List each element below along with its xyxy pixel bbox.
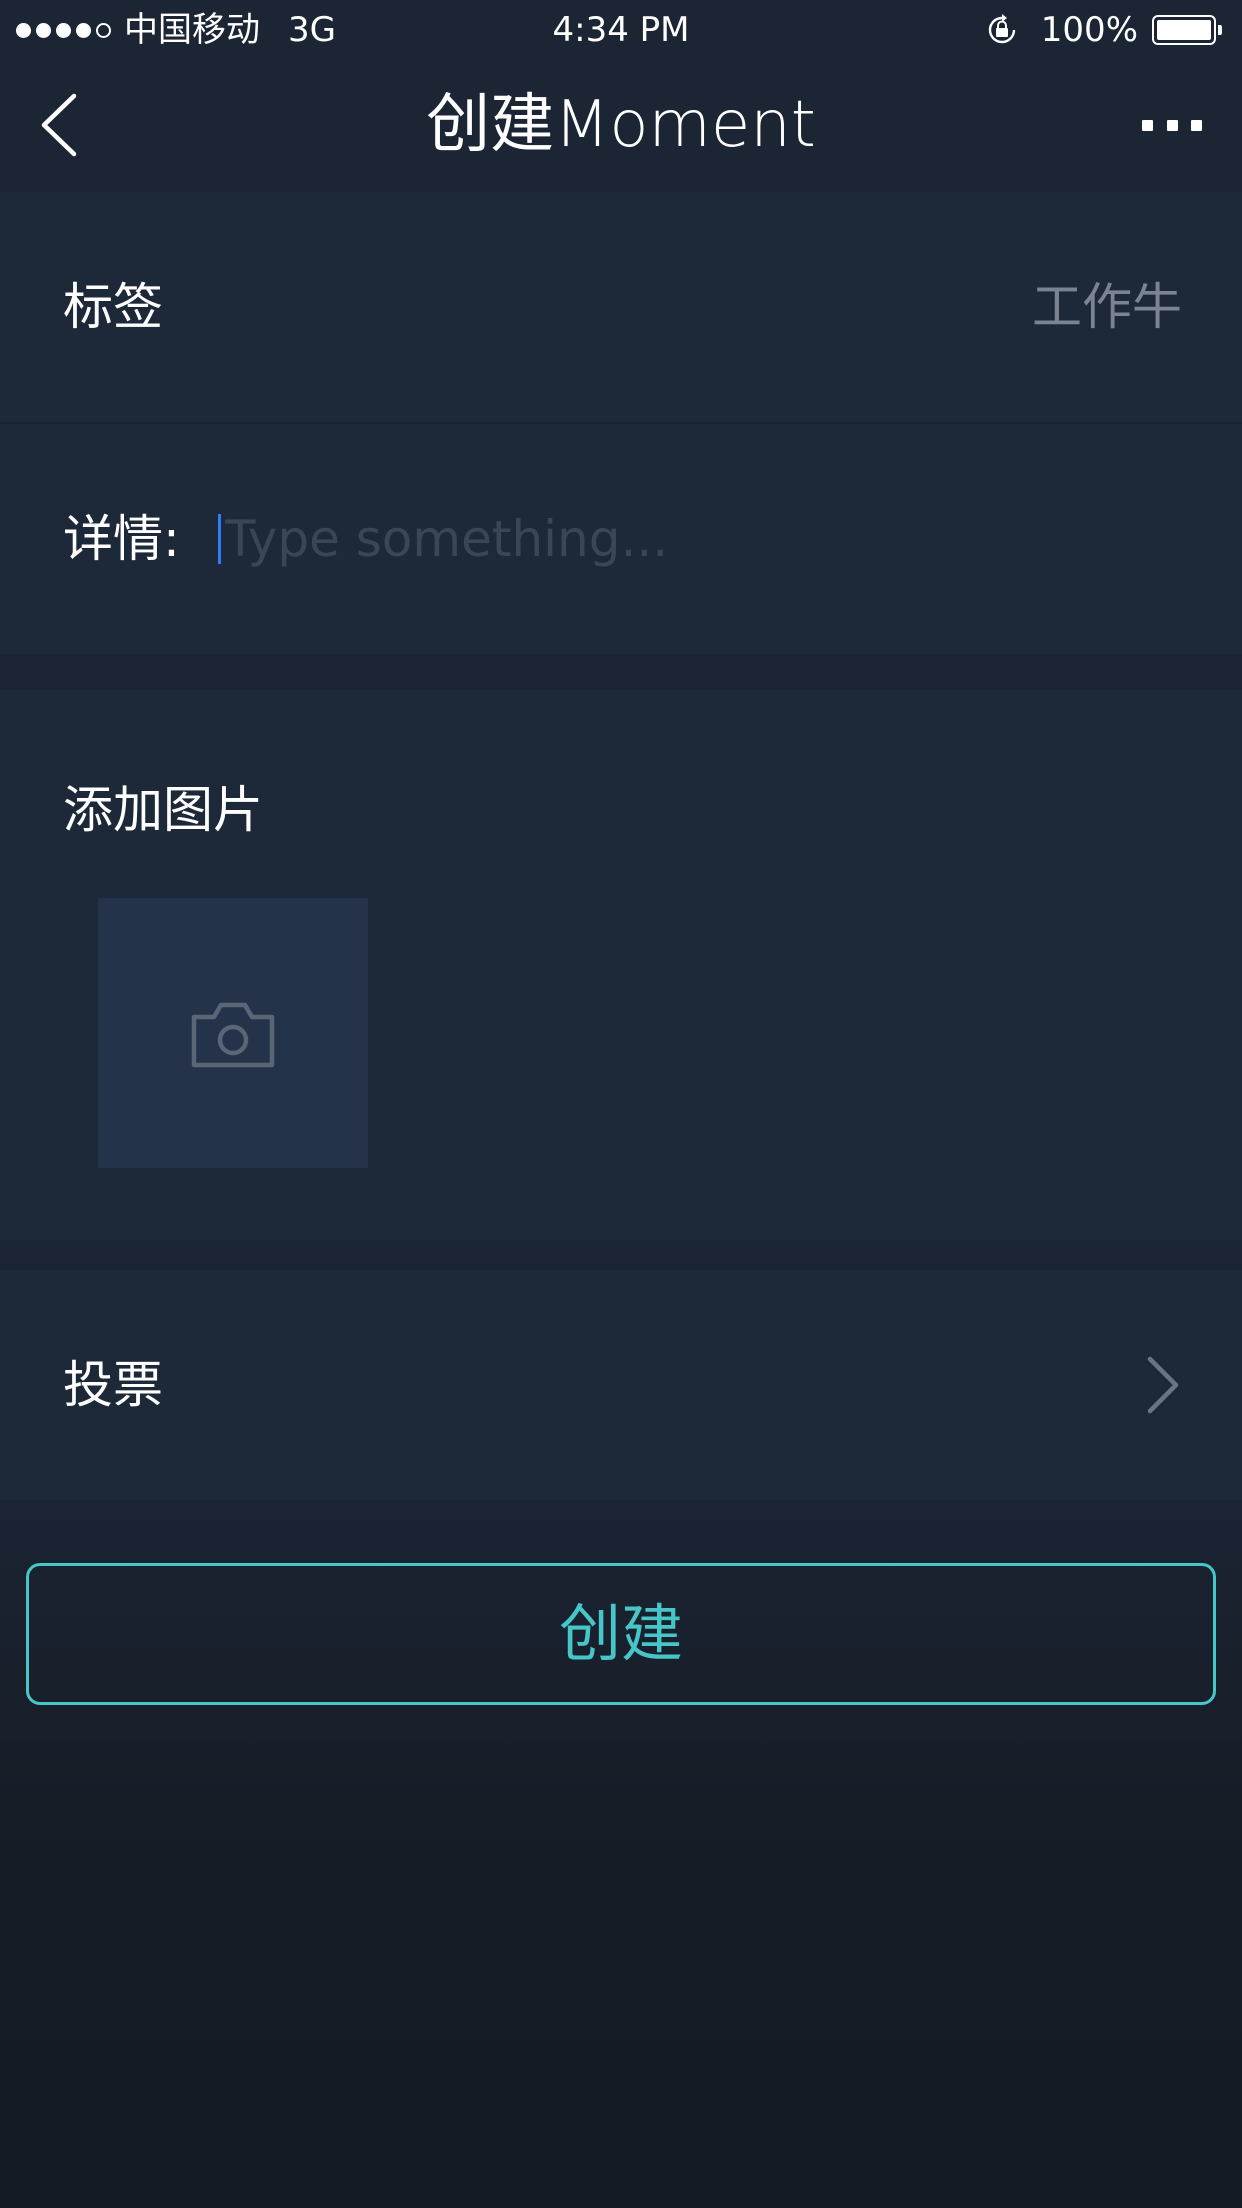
tag-value[interactable]: 工作牛	[1032, 192, 1182, 422]
vote-label: 投票	[63, 1356, 163, 1414]
status-right: 100%	[985, 0, 1222, 60]
detail-input[interactable]	[225, 510, 1178, 568]
more-button[interactable]	[1142, 105, 1202, 145]
chevron-right-icon	[1147, 1356, 1179, 1414]
nav-bar: 创建Moment	[0, 60, 1242, 190]
ellipsis-dot	[1166, 119, 1178, 131]
create-button[interactable]: 创建	[26, 1563, 1216, 1705]
text-caret	[218, 514, 221, 564]
add-photo-button[interactable]	[98, 898, 368, 1168]
vote-row[interactable]: 投票	[0, 1270, 1242, 1500]
ellipsis-icon	[1142, 119, 1153, 131]
battery-icon	[1152, 15, 1222, 45]
rotation-lock-icon	[988, 14, 1015, 44]
detail-input-wrap	[218, 424, 1178, 654]
battery-percentage: 100%	[1040, 10, 1138, 50]
tag-row[interactable]: 标签 工作牛	[0, 192, 1242, 422]
page-title: 创建Moment	[426, 88, 816, 162]
tag-label: 标签	[63, 278, 163, 336]
add-photo-label: 添加图片	[63, 781, 263, 839]
detail-row: 详情:	[0, 424, 1242, 654]
ellipsis-dot	[1191, 119, 1202, 131]
add-photo-section: 添加图片	[0, 690, 1242, 1240]
status-bar: 中国移动 3G 4:34 PM 100%	[0, 0, 1242, 60]
camera-icon	[191, 1002, 275, 1068]
detail-label: 详情:	[63, 510, 180, 568]
